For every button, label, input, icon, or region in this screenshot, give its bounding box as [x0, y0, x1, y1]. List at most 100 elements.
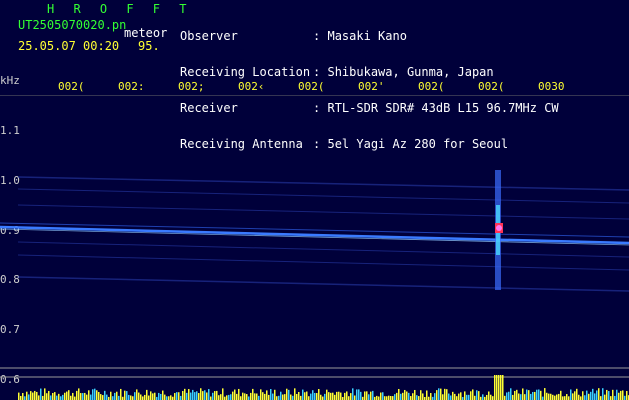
histogram-bar — [358, 389, 360, 400]
histogram-bar — [560, 390, 562, 400]
histogram-bar — [52, 392, 54, 400]
histogram-bar — [366, 391, 368, 400]
histogram-bar — [426, 390, 428, 400]
histogram-bar — [474, 395, 476, 400]
histogram-bar — [540, 390, 542, 400]
histogram-bar — [120, 388, 122, 400]
histogram-bar — [76, 390, 78, 400]
histogram-bar — [584, 395, 586, 400]
time-tick: 002; — [178, 80, 205, 93]
histogram-bar — [114, 392, 116, 400]
histogram-bar — [142, 396, 144, 400]
histogram-bar — [316, 393, 318, 400]
histogram-bar — [24, 396, 26, 400]
histogram-bar — [330, 392, 332, 400]
histogram-bar — [216, 390, 218, 400]
histogram-bar — [622, 390, 624, 400]
histogram-bar — [434, 393, 436, 400]
histogram-bar — [242, 392, 244, 400]
histogram-bar — [536, 389, 538, 400]
histogram-bar — [620, 390, 622, 400]
histogram-bar — [416, 395, 418, 400]
histogram-bar — [300, 395, 302, 400]
histogram-bar — [488, 391, 490, 400]
histogram-bar — [422, 393, 424, 400]
histogram-bar — [98, 392, 100, 400]
histogram-bar — [516, 389, 518, 400]
histogram-bar — [214, 391, 216, 400]
histogram-bar — [202, 391, 204, 400]
histogram-bar — [72, 392, 74, 400]
histogram-bar — [494, 375, 496, 400]
histogram-bar — [200, 388, 202, 400]
histogram-bar — [420, 390, 422, 400]
histogram-bar — [372, 390, 374, 400]
histogram-bar — [430, 393, 432, 400]
histogram-bar — [396, 392, 398, 400]
histogram-bar — [292, 395, 294, 400]
histogram-bar — [590, 391, 592, 400]
histogram-bar — [100, 394, 102, 400]
histogram-bar — [198, 393, 200, 400]
histogram-bar — [128, 394, 130, 400]
histogram-bar — [306, 391, 308, 400]
histogram-bar — [138, 392, 140, 400]
histogram-bar — [414, 389, 416, 400]
histogram-bar — [152, 393, 154, 400]
histogram-bar — [576, 388, 578, 400]
histogram-bar — [384, 396, 386, 400]
histogram-bar — [402, 392, 404, 400]
histogram-bar — [608, 391, 610, 400]
histogram-bar — [286, 388, 288, 400]
histogram-bar — [298, 391, 300, 400]
histogram-bar — [170, 395, 172, 400]
histogram-bar — [106, 394, 108, 400]
histogram-bar — [36, 391, 38, 400]
histogram-bar — [110, 391, 112, 400]
histogram-bar — [508, 391, 510, 400]
histogram-bar — [528, 390, 530, 400]
histogram-bar — [68, 390, 70, 400]
histogram-bar — [446, 389, 448, 400]
histogram-bar — [476, 390, 478, 400]
histogram-bar — [278, 395, 280, 400]
histogram-bar — [350, 393, 352, 400]
histogram-bar — [600, 396, 602, 400]
histogram-bar — [140, 394, 142, 400]
histogram-bar — [282, 394, 284, 400]
histogram-bar — [602, 388, 604, 400]
histogram-bar — [288, 389, 290, 400]
histogram-bar — [506, 392, 508, 400]
histogram-bar — [194, 392, 196, 400]
histogram-bar — [48, 390, 50, 400]
histogram-bar — [610, 396, 612, 400]
histogram-bar — [364, 391, 366, 400]
histogram-bar — [574, 391, 576, 400]
histogram-bar — [268, 394, 270, 400]
time-tick: 002( — [478, 80, 505, 93]
histogram-bar — [118, 395, 120, 400]
histogram-bar — [556, 394, 558, 400]
histogram-bar — [502, 375, 504, 400]
histogram-bar — [294, 388, 296, 400]
histogram-bar — [276, 396, 278, 400]
histogram-bar — [564, 396, 566, 400]
histogram-bar — [572, 393, 574, 400]
histogram-bar — [130, 395, 132, 400]
histogram-bar — [20, 395, 22, 400]
histogram-bar — [370, 391, 372, 400]
histogram-bar — [22, 393, 24, 400]
histogram-bar — [302, 389, 304, 400]
histogram-bar — [208, 389, 210, 400]
meta-sep: : — [313, 65, 321, 79]
histogram-bar — [246, 394, 248, 400]
meta-label-observer: Observer — [180, 29, 238, 43]
histogram-bar — [454, 393, 456, 400]
histogram-bar — [592, 388, 594, 400]
histogram-bar — [312, 390, 314, 400]
histogram-bar — [328, 392, 330, 400]
histogram-bar — [134, 392, 136, 400]
histogram-bar — [388, 395, 390, 400]
histogram-bar — [618, 392, 620, 400]
histogram-bar — [332, 392, 334, 400]
